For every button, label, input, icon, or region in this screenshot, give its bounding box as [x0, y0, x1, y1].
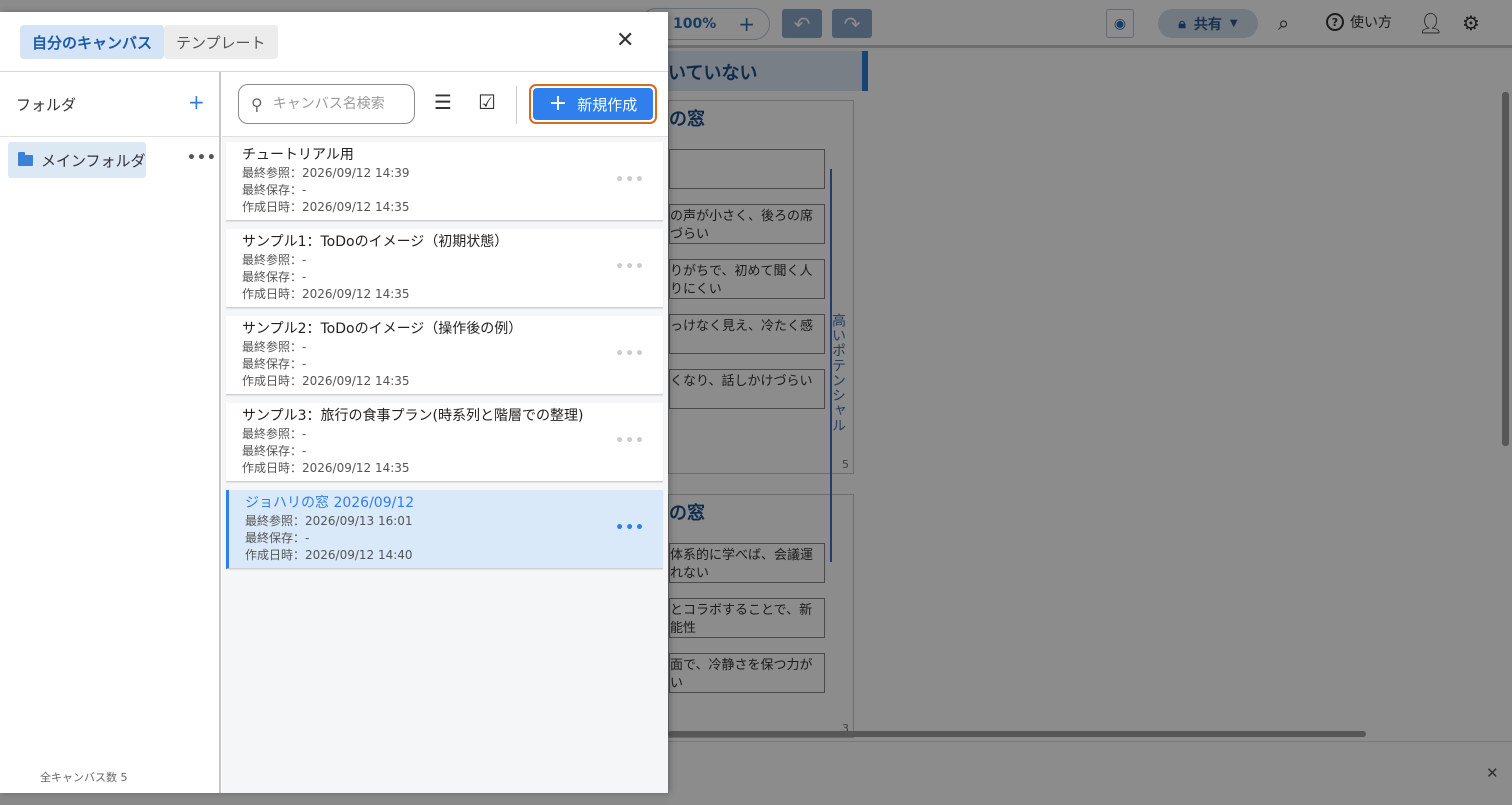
canvas-title: サンプル1：ToDoのイメージ（初期状態）	[242, 234, 509, 250]
folder-icon	[18, 151, 33, 166]
canvas-row[interactable]: サンプル1：ToDoのイメージ（初期状態） 最終参照：- 最終保存：- 作成日時…	[226, 229, 663, 308]
canvas-list-panel: ⚲ ☰ ☑ + 新規作成 チュートリアル用 最終参照：2026/09/12 14…	[222, 72, 668, 793]
search-icon: ⚲	[251, 94, 263, 114]
folder-sidebar: フォルダ + メインフォルダ ••• 全キャンバス数 5	[0, 72, 221, 793]
multi-select-icon[interactable]: ☑	[478, 92, 496, 112]
last-saved: 最終保存：-	[242, 444, 307, 458]
canvas-title: サンプル3：旅行の食事プラン(時系列と階層での整理)	[242, 408, 584, 424]
new-canvas-button[interactable]: + 新規作成	[533, 88, 653, 120]
canvas-row[interactable]: サンプル3：旅行の食事プラン(時系列と階層での整理) 最終参照：- 最終保存：-…	[226, 403, 663, 482]
tab-my-canvas[interactable]: 自分のキャンバス	[20, 25, 165, 59]
canvas-row[interactable]: サンプル2：ToDoのイメージ（操作後の例） 最終参照：- 最終保存：- 作成日…	[226, 316, 663, 395]
more-options-icon[interactable]: •••	[615, 172, 645, 188]
more-options-icon[interactable]: •••	[615, 346, 645, 362]
add-folder-icon[interactable]: +	[188, 90, 205, 114]
more-options-icon[interactable]: •••	[615, 259, 645, 275]
folder-label: メインフォルダ	[41, 151, 146, 170]
tab-templates[interactable]: テンプレート	[164, 25, 278, 59]
last-saved: 最終保存：-	[242, 357, 307, 371]
toolbar-divider	[516, 86, 517, 124]
last-viewed: 最終参照：2026/09/12 14:39	[242, 166, 410, 180]
new-canvas-label: 新規作成	[577, 95, 638, 114]
created-at: 作成日時：2026/09/12 14:35	[242, 200, 410, 214]
last-viewed: 最終参照：-	[242, 253, 307, 267]
search-input[interactable]	[272, 96, 403, 112]
folder-title: フォルダ	[16, 96, 77, 114]
canvas-title: ジョハリの窓 2026/09/12	[245, 495, 415, 511]
list-toolbar: ⚲ ☰ ☑ + 新規作成	[222, 72, 668, 137]
canvas-title: チュートリアル用	[242, 147, 354, 163]
more-options-icon[interactable]: •••	[615, 520, 645, 536]
created-at: 作成日時：2026/09/12 14:35	[242, 287, 410, 301]
last-saved: 最終保存：-	[242, 183, 307, 197]
filter-settings-icon[interactable]: ☰	[434, 92, 452, 112]
created-at: 作成日時：2026/09/12 14:35	[242, 461, 410, 475]
folder-header: フォルダ +	[0, 72, 219, 137]
canvas-list: チュートリアル用 最終参照：2026/09/12 14:39 最終保存：- 作成…	[226, 142, 663, 577]
canvas-row-selected[interactable]: ジョハリの窓 2026/09/12 最終参照：2026/09/13 16:01 …	[226, 490, 663, 569]
last-viewed: 最終参照：-	[242, 340, 307, 354]
canvas-manager-modal: 自分のキャンバス テンプレート ✕ フォルダ + メインフォルダ ••• 全キャ…	[0, 12, 668, 793]
canvas-title: サンプル2：ToDoのイメージ（操作後の例）	[242, 321, 523, 337]
last-saved: 最終保存：-	[242, 270, 307, 284]
canvas-row[interactable]: チュートリアル用 最終参照：2026/09/12 14:39 最終保存：- 作成…	[226, 142, 663, 221]
plus-icon: +	[548, 91, 568, 116]
more-options-icon[interactable]: •••	[187, 150, 217, 166]
close-icon[interactable]: ✕	[616, 30, 634, 52]
search-box[interactable]: ⚲	[238, 84, 415, 124]
created-at: 作成日時：2026/09/12 14:35	[242, 374, 410, 388]
more-options-icon[interactable]: •••	[615, 433, 645, 449]
modal-header: 自分のキャンバス テンプレート ✕	[0, 12, 668, 72]
last-viewed: 最終参照：2026/09/13 16:01	[245, 514, 413, 528]
canvas-count: 全キャンバス数 5	[40, 771, 128, 784]
last-saved: 最終保存：-	[245, 531, 310, 545]
last-viewed: 最終参照：-	[242, 427, 307, 441]
new-canvas-focus-ring: + 新規作成	[529, 84, 657, 124]
created-at: 作成日時：2026/09/12 14:40	[245, 548, 413, 562]
folder-item-main[interactable]: メインフォルダ	[8, 142, 146, 178]
